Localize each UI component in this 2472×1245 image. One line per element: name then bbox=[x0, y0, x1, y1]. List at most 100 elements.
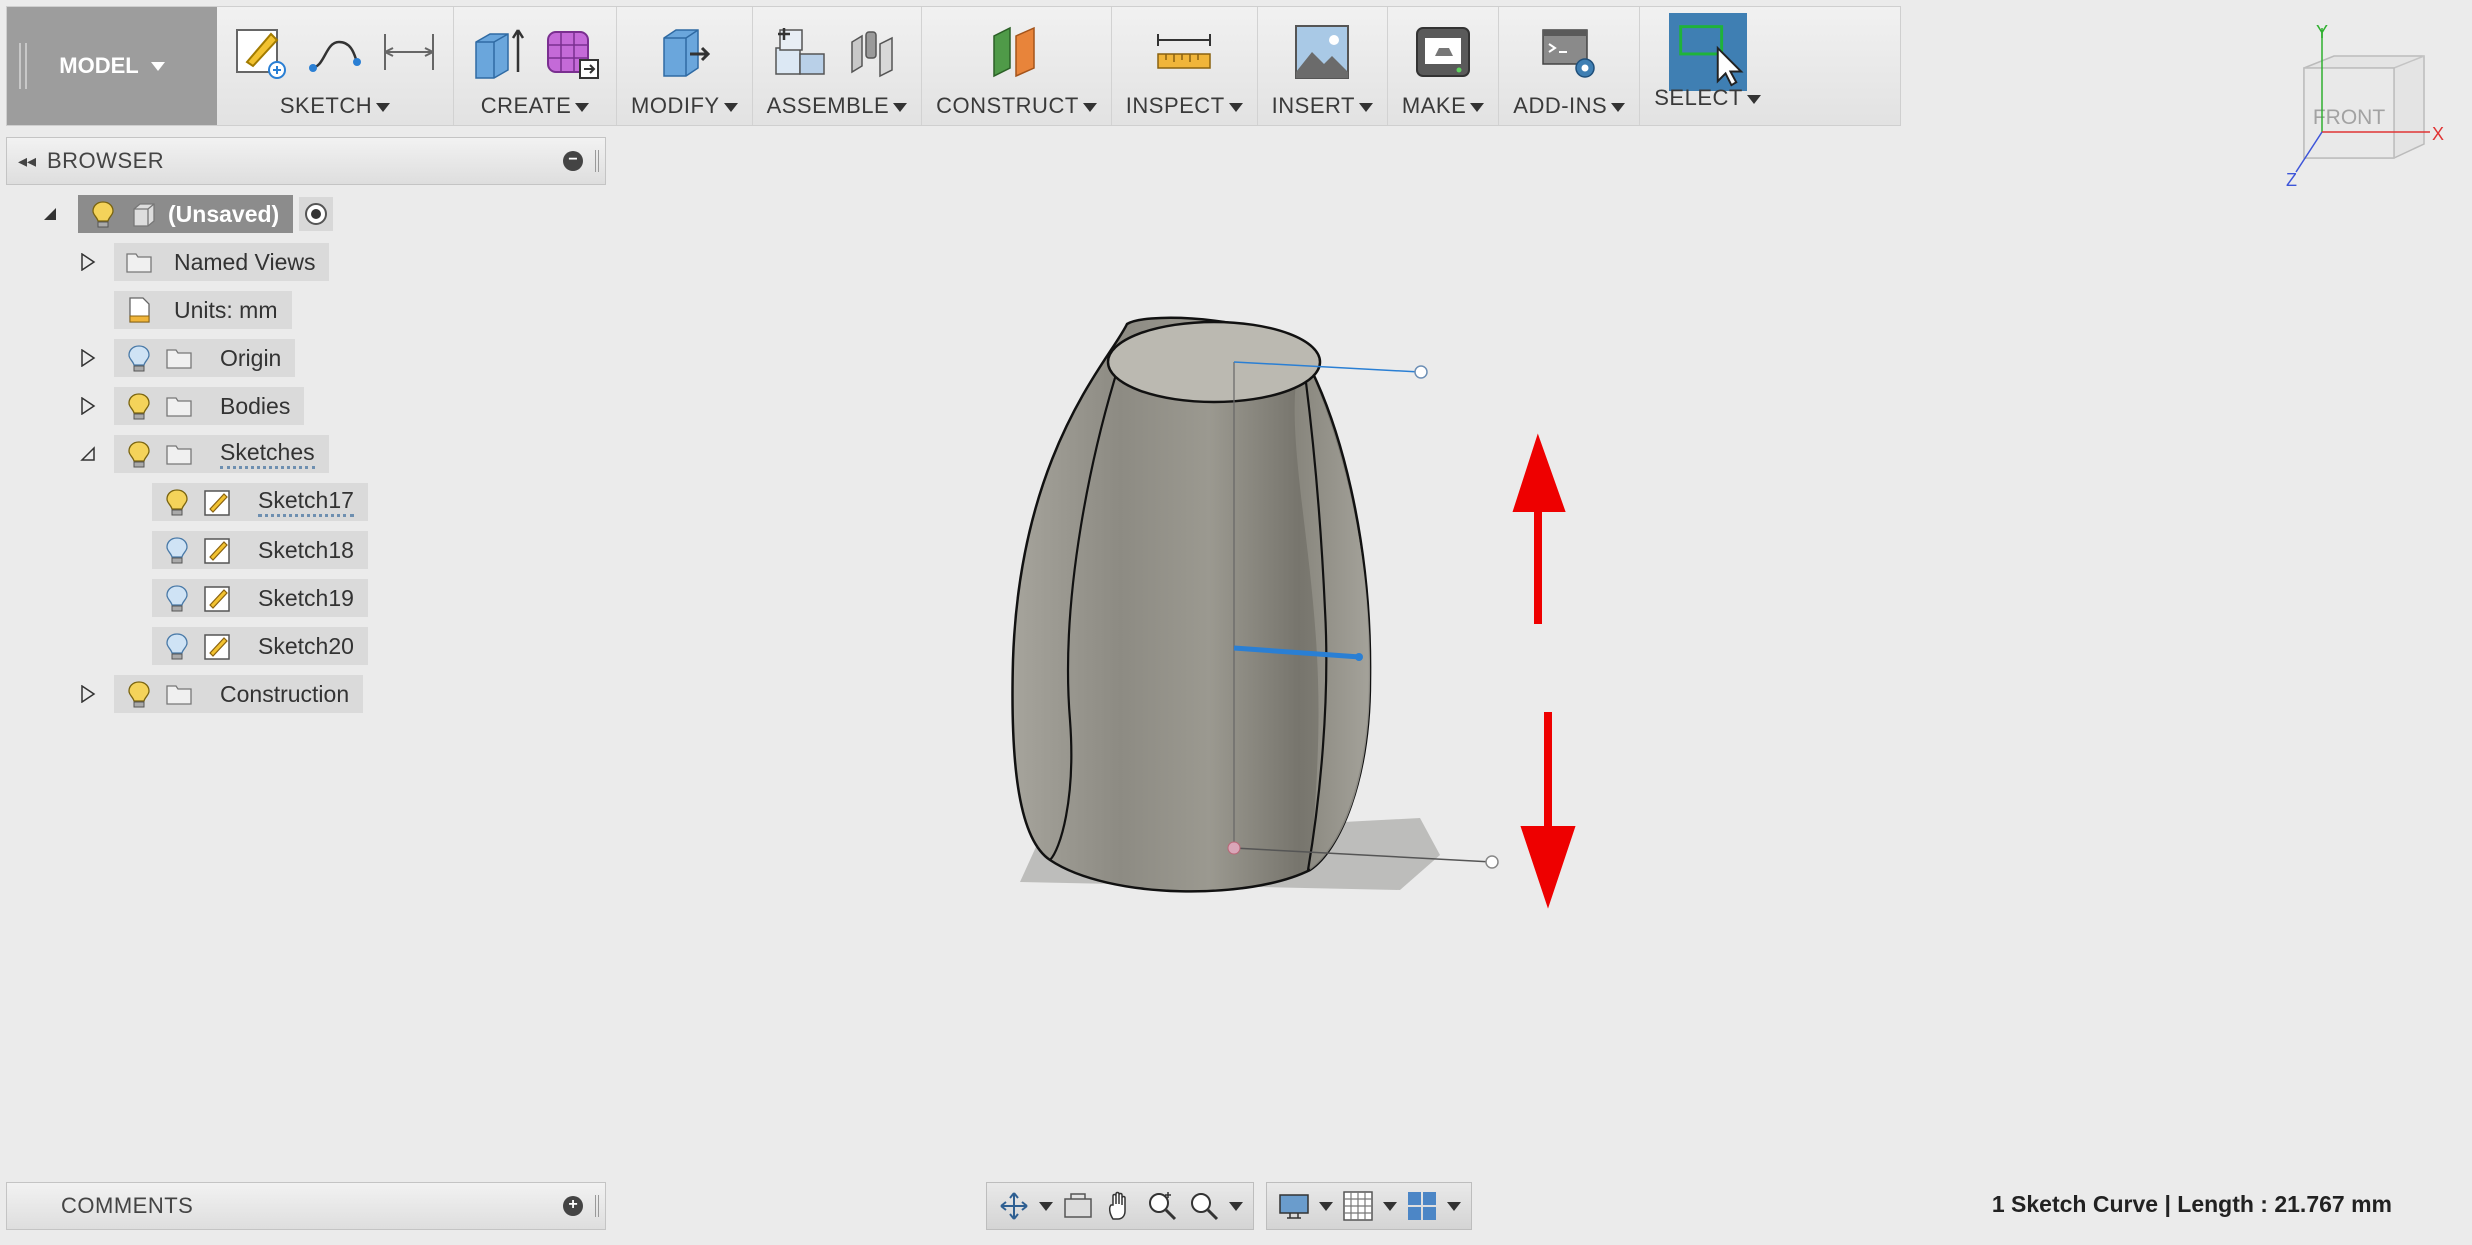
folder-icon bbox=[166, 685, 192, 705]
chevron-down-icon[interactable] bbox=[1319, 1201, 1333, 1211]
chevron-down-icon[interactable] bbox=[1447, 1201, 1461, 1211]
form-icon[interactable] bbox=[542, 22, 602, 82]
new-component-icon[interactable] bbox=[770, 22, 830, 82]
collapsed-triangle-icon[interactable] bbox=[78, 250, 98, 274]
offset-plane-icon[interactable] bbox=[986, 22, 1046, 82]
chevron-down-icon[interactable] bbox=[1383, 1201, 1397, 1211]
spline-icon[interactable] bbox=[305, 22, 365, 82]
joint-icon[interactable] bbox=[844, 22, 904, 82]
selected-curve-endpoint[interactable] bbox=[1355, 653, 1363, 661]
construction-label: Construction bbox=[220, 680, 350, 707]
insert-group[interactable]: INSERT bbox=[1258, 7, 1388, 125]
orbit-icon[interactable] bbox=[997, 1189, 1031, 1223]
browser-title: BROWSER bbox=[47, 148, 165, 173]
folder-icon bbox=[166, 349, 192, 369]
inspect-group[interactable]: INSPECT bbox=[1112, 7, 1258, 125]
root-component[interactable]: (Unsaved) bbox=[78, 195, 294, 233]
panel-grip[interactable] bbox=[595, 150, 599, 172]
sketch20-node[interactable]: Sketch20 bbox=[152, 627, 368, 665]
origin-point[interactable] bbox=[1227, 841, 1241, 855]
chevron-down-icon[interactable] bbox=[1039, 1201, 1053, 1211]
browser-panel-header: ◂◂ BROWSER − bbox=[6, 137, 606, 185]
visibility-bulb-icon[interactable] bbox=[88, 199, 118, 229]
visibility-bulb-icon[interactable] bbox=[124, 343, 154, 373]
extrude-icon[interactable] bbox=[468, 22, 528, 82]
sketch-icon bbox=[204, 634, 230, 660]
activate-radio-icon[interactable] bbox=[299, 197, 334, 231]
look-at-icon[interactable] bbox=[1061, 1189, 1095, 1223]
chevron-down-icon[interactable] bbox=[1229, 1201, 1243, 1211]
tree-sketch18: Sketch18 bbox=[0, 531, 368, 569]
sketch18-node[interactable]: Sketch18 bbox=[152, 531, 368, 569]
insert-menu-label: INSERT bbox=[1271, 93, 1355, 118]
toolbar-grip[interactable] bbox=[19, 43, 27, 89]
collapsed-triangle-icon[interactable] bbox=[78, 682, 98, 706]
press-pull-icon[interactable] bbox=[654, 22, 714, 82]
add-comment-icon[interactable]: + bbox=[563, 1196, 583, 1216]
sketch-group[interactable]: SKETCH bbox=[217, 7, 454, 125]
chevron-down-icon bbox=[1470, 102, 1485, 112]
collapsed-triangle-icon[interactable] bbox=[78, 346, 98, 370]
tree-sketch19: Sketch19 bbox=[0, 579, 368, 617]
named-views-node[interactable]: Named Views bbox=[114, 243, 330, 281]
modify-group[interactable]: MODIFY bbox=[617, 7, 753, 125]
construct-group[interactable]: CONSTRUCT bbox=[922, 7, 1112, 125]
assemble-group[interactable]: ASSEMBLE bbox=[753, 7, 923, 125]
visibility-bulb-icon[interactable] bbox=[162, 535, 192, 565]
grid-icon[interactable] bbox=[1341, 1189, 1375, 1223]
units-node[interactable]: Units: mm bbox=[114, 291, 292, 329]
viewcube[interactable]: FRONT Y X Z bbox=[2280, 20, 2450, 195]
minimize-icon[interactable]: − bbox=[563, 151, 583, 171]
measure-icon[interactable] bbox=[1154, 22, 1214, 82]
origin-node[interactable]: Origin bbox=[114, 339, 296, 377]
axis-z-label: Z bbox=[2286, 170, 2297, 190]
visibility-bulb-icon[interactable] bbox=[124, 391, 154, 421]
create-sketch-icon[interactable] bbox=[231, 22, 291, 82]
3d-print-icon[interactable] bbox=[1413, 22, 1473, 82]
visibility-bulb-icon[interactable] bbox=[124, 439, 154, 469]
collapse-browser-icon[interactable]: ◂◂ bbox=[7, 151, 47, 172]
navigation-bar bbox=[986, 1182, 1472, 1230]
tree-named-views: Named Views bbox=[0, 243, 330, 281]
select-icon[interactable] bbox=[1668, 13, 1747, 91]
comments-panel-header: COMMENTS + bbox=[6, 1182, 606, 1230]
sketch-point[interactable] bbox=[1414, 365, 1428, 379]
dimension-icon[interactable] bbox=[379, 22, 439, 82]
model-viewport[interactable] bbox=[980, 300, 1600, 940]
visibility-bulb-icon[interactable] bbox=[162, 631, 192, 661]
sketch19-node[interactable]: Sketch19 bbox=[152, 579, 368, 617]
sketch17-node[interactable]: Sketch17 bbox=[152, 483, 368, 521]
construction-node[interactable]: Construction bbox=[114, 675, 364, 713]
add-ins-group[interactable]: ADD-INS bbox=[1499, 7, 1641, 125]
visibility-bulb-icon[interactable] bbox=[162, 487, 192, 517]
selection-status: 1 Sketch Curve | Length : 21.767 mm bbox=[1991, 1191, 2392, 1217]
expanded-triangle-icon[interactable] bbox=[78, 442, 98, 466]
sketch-point[interactable] bbox=[1485, 855, 1499, 869]
bodies-node[interactable]: Bodies bbox=[114, 387, 305, 425]
panel-grip[interactable] bbox=[595, 1195, 599, 1217]
chevron-down-icon bbox=[575, 102, 590, 112]
fit-zoom-icon[interactable] bbox=[1187, 1189, 1221, 1223]
insert-image-icon[interactable] bbox=[1292, 22, 1352, 82]
scripts-icon[interactable] bbox=[1539, 22, 1599, 82]
make-group[interactable]: MAKE bbox=[1388, 7, 1500, 125]
zoom-icon[interactable] bbox=[1145, 1189, 1179, 1223]
create-group[interactable]: CREATE bbox=[454, 7, 617, 125]
pan-hand-icon[interactable] bbox=[1103, 1189, 1137, 1223]
sketches-node[interactable]: Sketches bbox=[114, 435, 329, 473]
visibility-bulb-icon[interactable] bbox=[124, 679, 154, 709]
select-group[interactable]: SELECT bbox=[1640, 7, 1775, 125]
folder-icon bbox=[166, 445, 192, 465]
visibility-bulb-icon[interactable] bbox=[162, 583, 192, 613]
workspace-switcher[interactable]: MODEL bbox=[7, 7, 217, 125]
tree-sketch17: Sketch17 bbox=[0, 483, 368, 521]
viewcube-front-label: FRONT bbox=[2313, 106, 2385, 129]
sketch-menu-label: SKETCH bbox=[279, 93, 373, 118]
collapsed-triangle-icon[interactable] bbox=[78, 394, 98, 418]
origin-label: Origin bbox=[220, 344, 282, 371]
display-settings-icon[interactable] bbox=[1277, 1189, 1311, 1223]
expanded-triangle-icon[interactable] bbox=[40, 202, 60, 226]
viewports-icon[interactable] bbox=[1405, 1189, 1439, 1223]
top-face[interactable] bbox=[1106, 320, 1322, 404]
make-menu-label: MAKE bbox=[1401, 93, 1467, 118]
